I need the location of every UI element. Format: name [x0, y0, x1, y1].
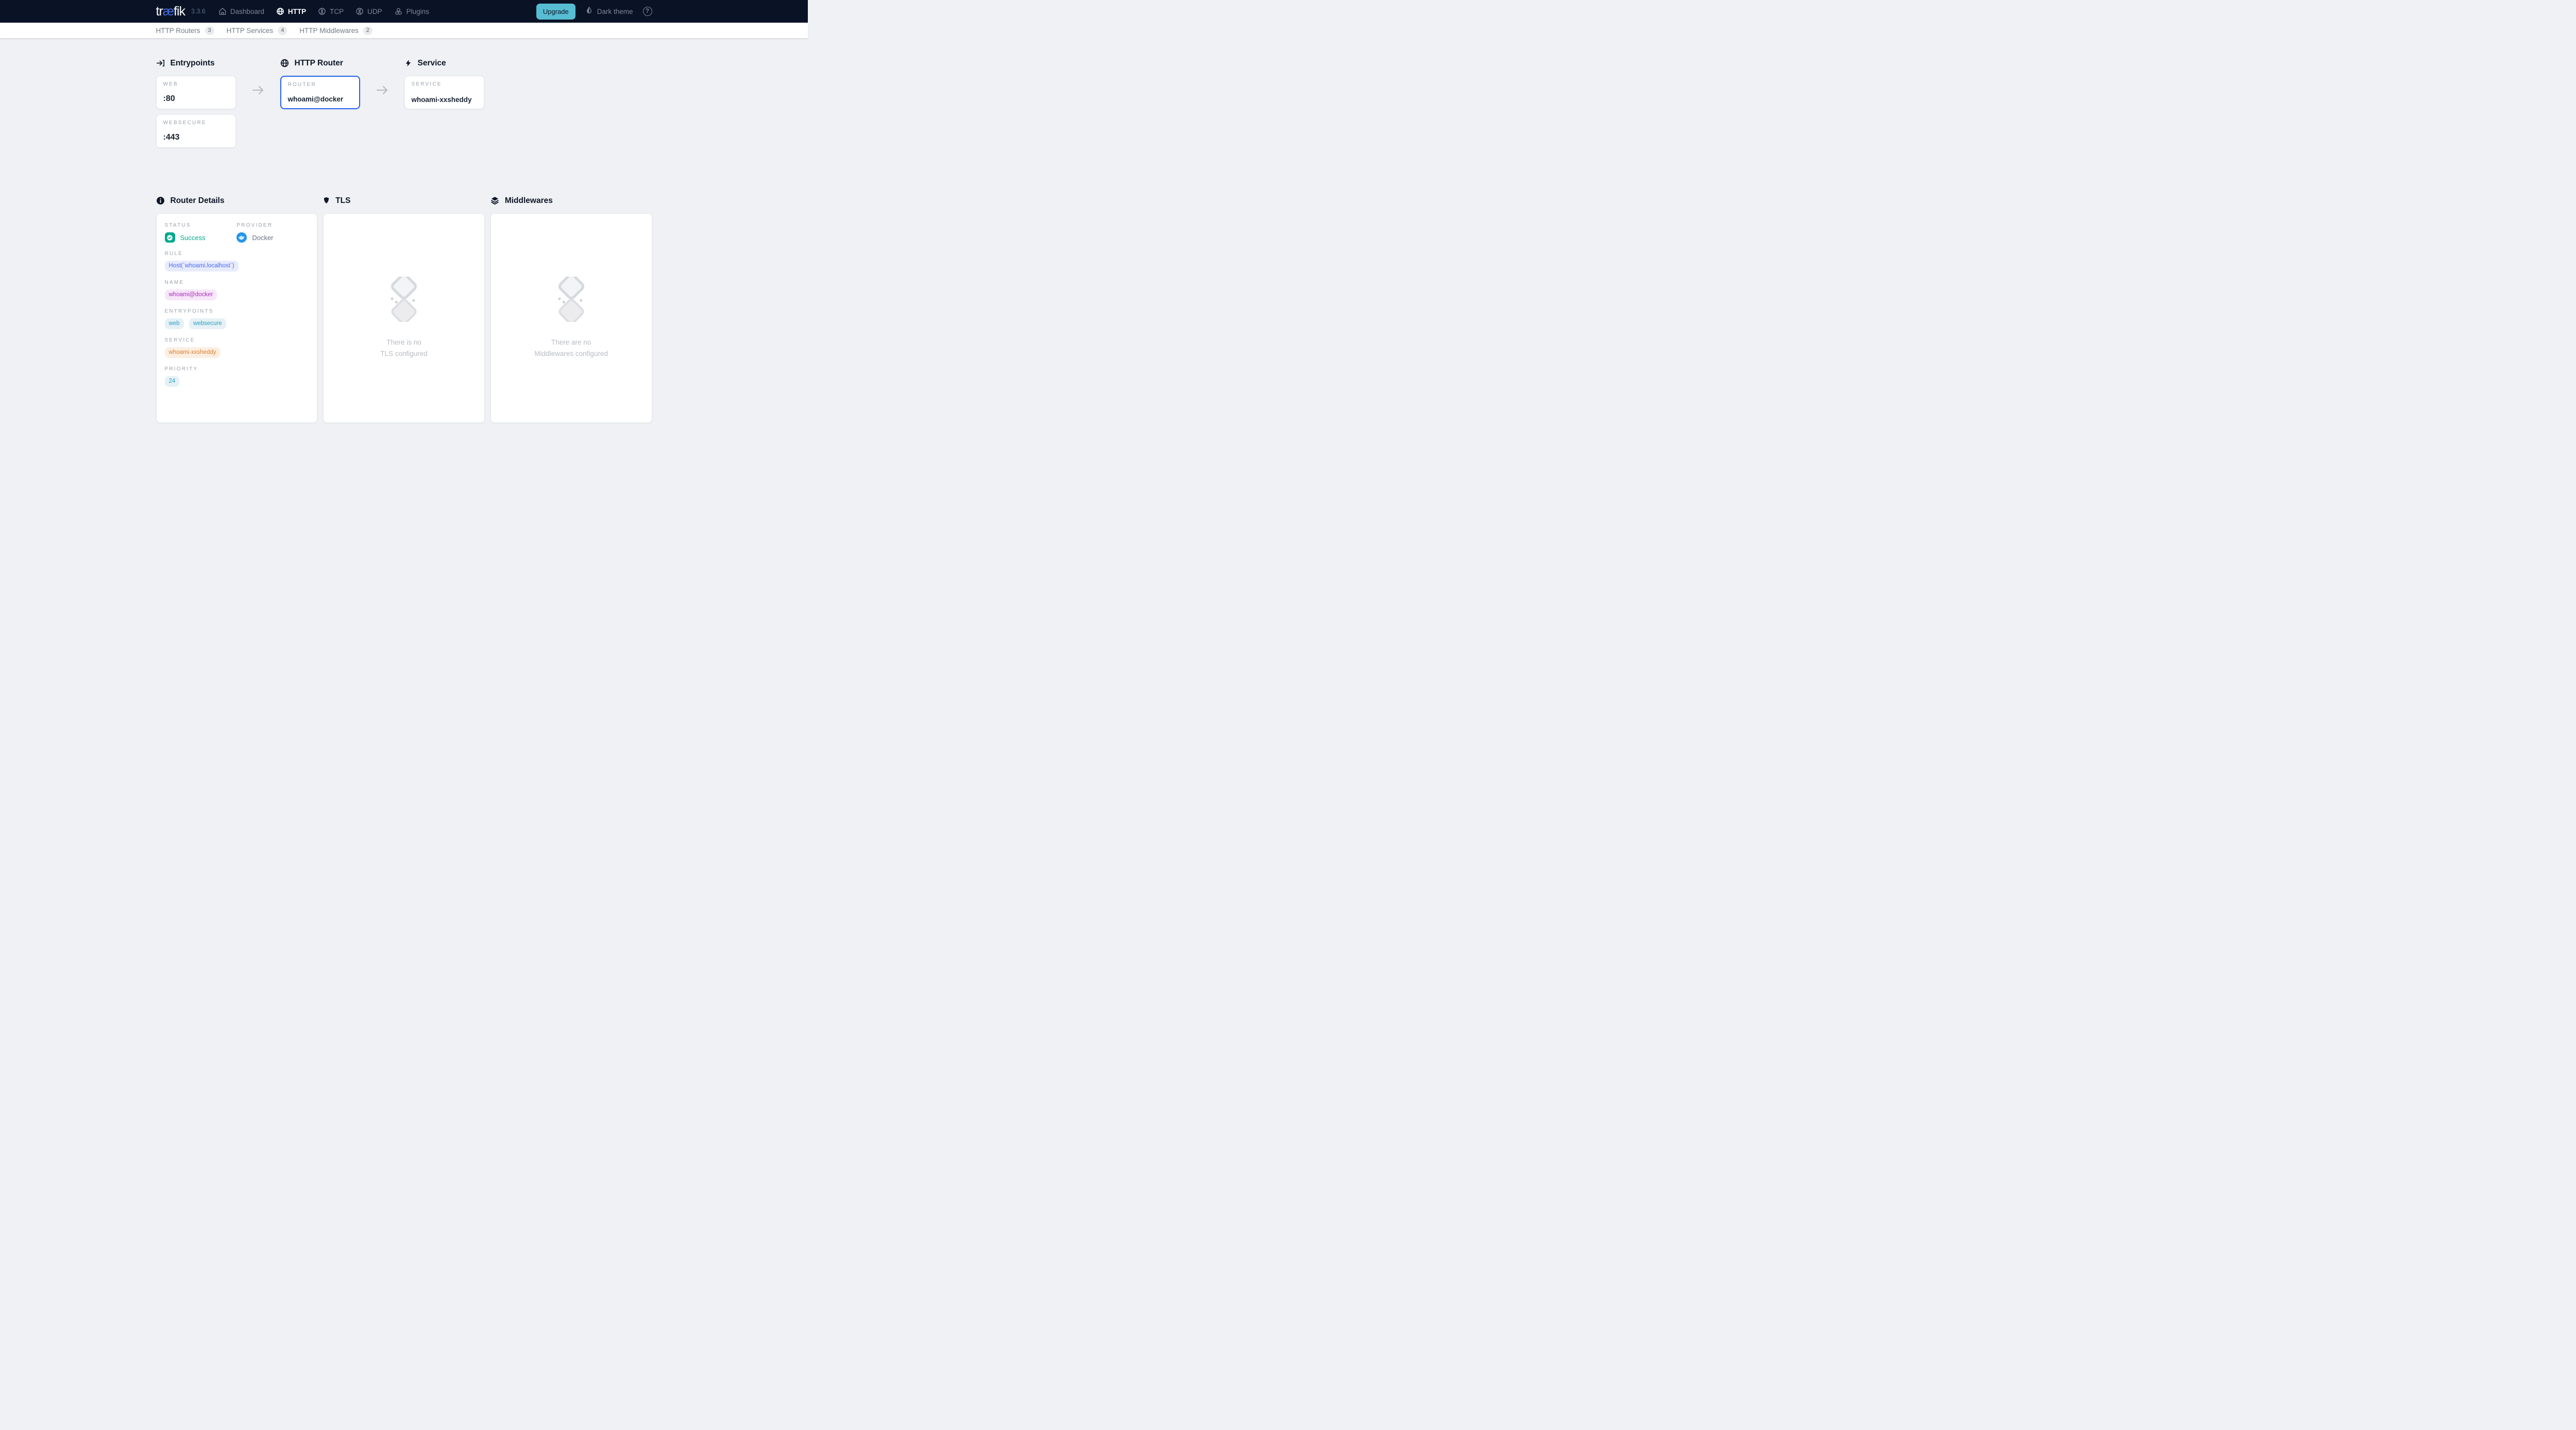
service-column: Service SERVICE whoami-xxsheddy	[404, 58, 484, 114]
success-check-icon	[165, 232, 175, 243]
tls-column: TLS There is no TLS configured	[323, 196, 485, 423]
router-details-column: Router Details STATUS Success	[156, 196, 318, 423]
middlewares-column: Middlewares There are no Middlewares con…	[490, 196, 652, 423]
router-details-card: STATUS Success PROVIDER	[156, 213, 318, 423]
routing-flow: Entrypoints WEB :80 WEBSECURE :443	[156, 58, 652, 153]
top-navbar: træfik 3.3.6 Dashboard HTTP TCP	[0, 0, 808, 23]
middlewares-heading: Middlewares	[490, 196, 652, 206]
rule-field: RULE Host(`whoami.localhost`)	[165, 251, 309, 271]
entrypoint-card-web[interactable]: WEB :80	[156, 76, 236, 109]
nav-item-plugins[interactable]: Plugins	[394, 7, 429, 16]
tab-http-routers[interactable]: HTTP Routers 3	[156, 26, 214, 35]
entrypoint-websecure-port: :443	[163, 133, 229, 142]
service-field: SERVICE whoami-xxsheddy	[165, 337, 309, 358]
upgrade-button[interactable]: Upgrade	[536, 4, 575, 20]
layers-icon	[490, 196, 499, 205]
router-details-heading: Router Details	[156, 196, 318, 206]
tls-empty-message: There is no TLS configured	[380, 337, 428, 360]
router-name: whoami@docker	[288, 95, 352, 103]
tab-http-services[interactable]: HTTP Services 4	[227, 26, 287, 35]
flow-arrow-icon	[236, 85, 280, 95]
router-name-pill: whoami@docker	[165, 290, 217, 300]
middlewares-empty-card: There are no Middlewares configured	[490, 213, 652, 423]
entrypoint-pill-websecure: websecure	[189, 318, 226, 329]
tab-http-middlewares[interactable]: HTTP Middlewares 2	[299, 26, 372, 35]
lightning-bolt-icon	[404, 59, 412, 67]
http-subnav: HTTP Routers 3 HTTP Services 4 HTTP Midd…	[0, 23, 808, 39]
main-nav: Dashboard HTTP TCP UDP	[218, 7, 429, 16]
service-card[interactable]: SERVICE whoami-xxsheddy	[404, 76, 484, 109]
routers-count-badge: 3	[205, 26, 214, 35]
status-field: STATUS Success	[165, 223, 237, 243]
http-router-heading: HTTP Router	[280, 58, 360, 68]
provider-field: PROVIDER Docker	[236, 223, 309, 243]
entrypoint-web-port: :80	[163, 94, 229, 104]
service-name: whoami-xxsheddy	[412, 96, 477, 104]
details-section: Router Details STATUS Success	[156, 196, 652, 423]
entrypoints-field: ENTRYPOINTS web websecure	[165, 309, 309, 329]
service-heading: Service	[404, 58, 484, 68]
docker-icon	[236, 232, 247, 243]
entrypoints-heading: Entrypoints	[156, 58, 236, 68]
theme-toggle[interactable]: Dark theme	[585, 6, 633, 16]
stream-icon	[355, 7, 364, 15]
theme-toggle-label: Dark theme	[597, 8, 633, 15]
services-count-badge: 4	[278, 26, 287, 35]
version-label: 3.3.6	[191, 8, 206, 15]
service-name-pill[interactable]: whoami-xxsheddy	[165, 347, 221, 358]
plugins-icon	[394, 7, 403, 16]
entrypoint-card-websecure[interactable]: WEBSECURE :443	[156, 114, 236, 148]
help-icon[interactable]	[643, 7, 652, 16]
log-in-icon	[156, 59, 165, 67]
globe-icon	[280, 59, 289, 67]
flow-arrow-icon	[360, 85, 404, 95]
middlewares-empty-message: There are no Middlewares configured	[534, 337, 608, 360]
rule-value-pill: Host(`whoami.localhost`)	[165, 261, 239, 271]
tls-heading: TLS	[323, 196, 485, 206]
http-router-column: HTTP Router ROUTER whoami@docker	[280, 58, 360, 114]
stream-icon	[318, 7, 326, 15]
traefik-logo[interactable]: træfik	[156, 5, 185, 18]
priority-value-pill: 24	[165, 376, 180, 387]
middlewares-count-badge: 2	[363, 26, 372, 35]
nav-item-dashboard[interactable]: Dashboard	[218, 7, 264, 15]
shield-icon	[323, 196, 330, 205]
status-value: Success	[180, 234, 206, 242]
nav-item-udp[interactable]: UDP	[355, 7, 382, 15]
info-icon	[156, 196, 165, 205]
nav-item-http[interactable]: HTTP	[276, 7, 306, 15]
home-icon	[218, 7, 227, 15]
nav-item-tcp[interactable]: TCP	[318, 7, 344, 15]
droplet-contrast-icon	[585, 6, 593, 16]
empty-layers-icon	[383, 277, 425, 325]
priority-field: PRIORITY 24	[165, 366, 309, 387]
router-card[interactable]: ROUTER whoami@docker	[280, 76, 360, 109]
provider-value: Docker	[252, 234, 273, 242]
name-field: NAME whoami@docker	[165, 280, 309, 300]
globe-icon	[276, 7, 284, 15]
empty-layers-icon	[550, 277, 592, 325]
tls-empty-card: There is no TLS configured	[323, 213, 485, 423]
entrypoint-pill-web: web	[165, 318, 184, 329]
entrypoints-column: Entrypoints WEB :80 WEBSECURE :443	[156, 58, 236, 153]
